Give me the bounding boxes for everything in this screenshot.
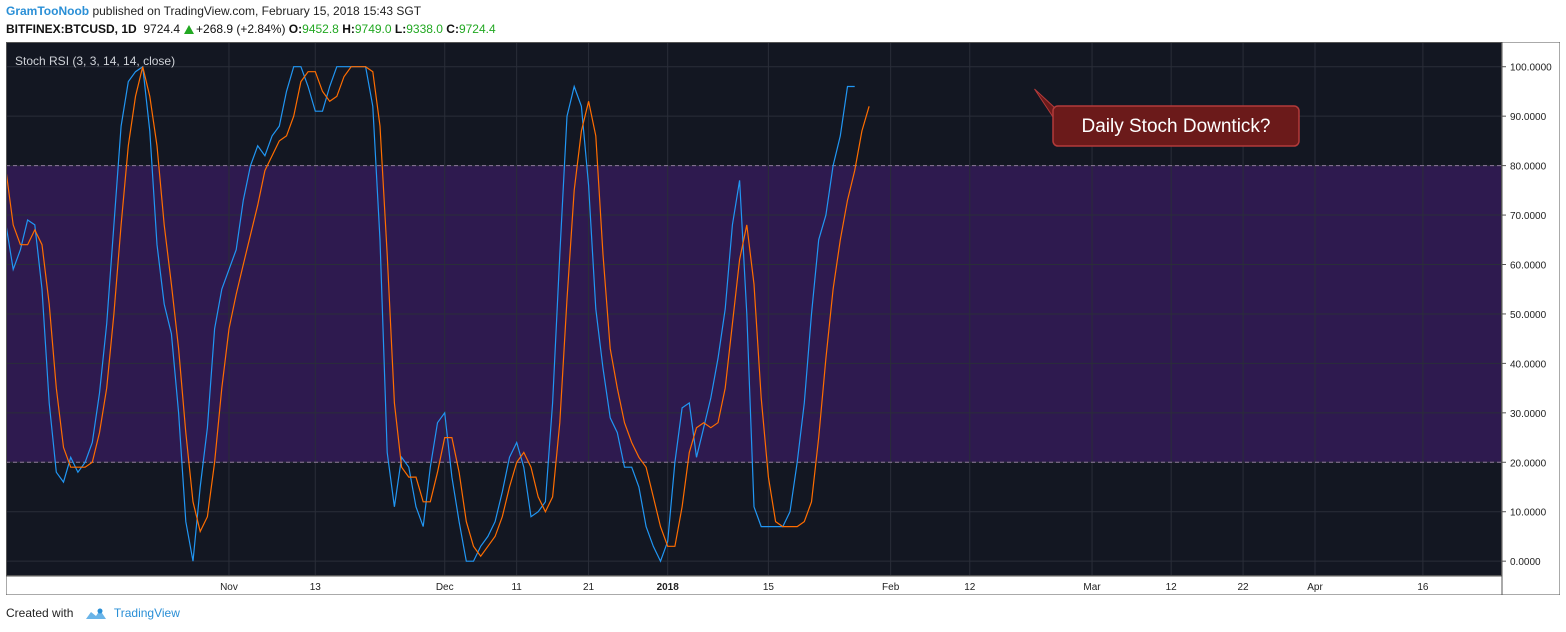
- created-with-text: Created with: [6, 606, 74, 620]
- x-tick-label: Feb: [882, 582, 900, 593]
- y-tick-label: 20.0000: [1510, 458, 1547, 469]
- y-tick-label: 90.0000: [1510, 112, 1547, 123]
- y-tick-label: 40.0000: [1510, 359, 1547, 370]
- y-tick-label: 80.0000: [1510, 162, 1547, 173]
- x-tick-label: 15: [763, 582, 775, 593]
- x-tick-label: Nov: [220, 582, 238, 593]
- low-value: 9338.0: [406, 22, 443, 36]
- y-tick-label: 100.0000: [1510, 63, 1552, 74]
- low-label: L:: [394, 22, 407, 36]
- stoch-rsi-chart[interactable]: 100.0000 90.0000 80.0000 70.0000 60.0000 50.0…: [6, 42, 1560, 595]
- tradingview-logo-icon: [85, 608, 106, 620]
- last-price: 9724.4: [143, 22, 181, 36]
- publish-line: GramTooNoob published on TradingView.com…: [6, 4, 421, 18]
- callout-text: Daily Stoch Downtick?: [1081, 116, 1270, 137]
- x-tick-label: 13: [310, 582, 322, 593]
- close-label: C:: [446, 22, 459, 36]
- symbol-line: BITFINEX:BTCUSD, 1D 9724.4 +268.9 (+2.84%…: [6, 22, 496, 36]
- footer: Created with TradingView: [6, 606, 180, 620]
- open-value: 9452.8: [302, 22, 339, 36]
- y-tick-label: 70.0000: [1510, 211, 1547, 222]
- x-tick-label: 22: [1238, 582, 1250, 593]
- high-value: 9749.0: [354, 22, 392, 36]
- tradingview-link[interactable]: TradingView: [114, 606, 180, 620]
- up-arrow-icon: [184, 25, 195, 34]
- x-tick-label: Dec: [436, 582, 454, 593]
- x-tick-label: Apr: [1307, 582, 1323, 593]
- x-tick-label: 12: [964, 582, 976, 593]
- x-tick-label: 21: [583, 582, 595, 593]
- x-tick-label: 12: [1166, 582, 1178, 593]
- close-value: 9724.4: [458, 22, 496, 36]
- indicator-title: Stoch RSI (3, 3, 14, 14, close): [15, 54, 175, 68]
- price-change: +268.9 (+2.84%): [196, 22, 286, 36]
- y-tick-label: 50.0000: [1510, 310, 1547, 321]
- x-tick-label: Mar: [1083, 582, 1101, 593]
- y-tick-label: 30.0000: [1510, 409, 1547, 420]
- x-tick-label: 16: [1417, 582, 1429, 593]
- author-link[interactable]: GramTooNoob: [6, 4, 89, 18]
- high-label: H:: [342, 22, 355, 36]
- y-tick-label: 60.0000: [1510, 261, 1547, 272]
- x-tick-label: 2018: [657, 582, 680, 593]
- y-tick-label: 10.0000: [1510, 508, 1547, 519]
- published-text: published on TradingView.com, February 1…: [92, 4, 422, 18]
- x-tick-label: 11: [511, 582, 522, 593]
- symbol-name: BITFINEX:BTCUSD, 1D: [6, 22, 137, 36]
- y-tick-label: 0.0000: [1510, 557, 1541, 568]
- open-label: O:: [288, 22, 303, 36]
